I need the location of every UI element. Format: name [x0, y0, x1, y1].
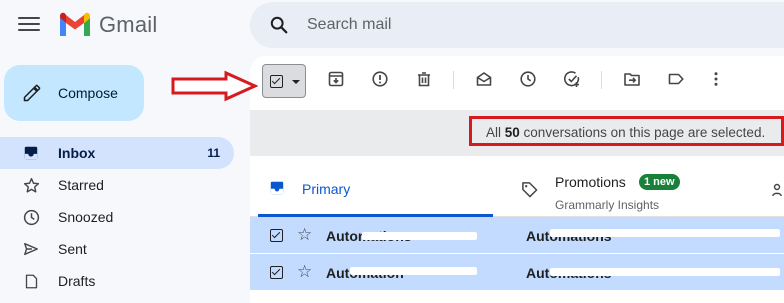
inbox-icon [270, 181, 284, 195]
unread-count: 11 [207, 146, 220, 160]
label-icon[interactable] [666, 69, 686, 89]
search-input[interactable]: Search mail [307, 16, 391, 34]
main-menu-button[interactable] [18, 14, 40, 36]
sidebar-nav: Inbox 11 Starred Snoozed Sent Drafts [0, 137, 234, 297]
select-all-checkbox[interactable] [262, 64, 306, 98]
email-list: ☆ Automations Automations ☆ Automation A… [250, 217, 784, 291]
sidebar-item-label: Drafts [58, 273, 96, 289]
annotation-arrow-icon [171, 70, 258, 102]
sidebar-item-label: Starred [58, 177, 104, 193]
archive-icon[interactable] [326, 69, 346, 89]
tab-primary[interactable]: Primary [258, 161, 493, 217]
mail-panel: All 50 conversations on this page are se… [250, 56, 784, 303]
draft-icon [22, 272, 40, 290]
more-icon[interactable] [706, 69, 726, 89]
toolbar-divider [453, 71, 454, 89]
inbox-icon [22, 144, 40, 162]
star-icon[interactable]: ☆ [297, 262, 312, 282]
menu-line [18, 17, 40, 19]
category-tabs: Primary Promotions 1 new Grammarly Insig… [250, 161, 784, 217]
selection-banner: All 50 conversations on this page are se… [250, 110, 784, 156]
delete-icon[interactable] [414, 69, 434, 89]
sidebar-item-drafts[interactable]: Drafts [0, 265, 234, 297]
email-row[interactable]: ☆ Automation Automations [250, 254, 784, 291]
tab-subtitle: Grammarly Insights [555, 198, 660, 212]
move-to-icon[interactable] [622, 69, 642, 89]
redaction-mark [350, 267, 477, 275]
tag-icon [522, 182, 538, 198]
menu-line [18, 29, 40, 31]
tab-label: Primary [302, 181, 351, 197]
tab-label: Promotions [555, 174, 626, 190]
sidebar-item-starred[interactable]: Starred [0, 169, 234, 201]
mark-read-icon[interactable] [474, 69, 494, 89]
sidebar-item-label: Snoozed [58, 209, 114, 225]
sidebar-item-label: Inbox [58, 145, 96, 161]
sidebar-item-snoozed[interactable]: Snoozed [0, 201, 234, 233]
checkbox-checked-icon [270, 75, 283, 88]
tab-promotions[interactable]: Promotions 1 new Grammarly Insights [513, 161, 743, 217]
redaction-mark [550, 268, 780, 276]
pencil-icon [23, 84, 41, 102]
redaction-mark [362, 232, 477, 240]
compose-button[interactable]: Compose [4, 65, 144, 121]
email-row[interactable]: ☆ Automations Automations [250, 217, 784, 254]
toolbar-divider [601, 71, 602, 89]
gmail-logo[interactable]: Gmail [58, 12, 157, 38]
row-checkbox[interactable] [270, 266, 283, 279]
new-badge: 1 new [639, 174, 680, 190]
banner-suffix: conversations on this page are selected. [519, 125, 766, 140]
clock-icon [22, 208, 40, 226]
star-icon[interactable]: ☆ [297, 225, 312, 245]
gmail-m-icon [60, 12, 90, 36]
search-icon[interactable] [270, 16, 288, 34]
selected-count: 50 [504, 125, 520, 140]
add-task-icon[interactable] [562, 69, 582, 89]
menu-line [18, 23, 40, 25]
compose-label: Compose [58, 85, 118, 101]
sidebar-item-inbox[interactable]: Inbox 11 [0, 137, 234, 169]
selection-message: All 50 conversations on this page are se… [486, 125, 765, 140]
search-bar[interactable]: Search mail [250, 2, 784, 48]
row-checkbox[interactable] [270, 229, 283, 242]
star-icon [22, 176, 40, 194]
mail-toolbar [250, 56, 784, 108]
banner-prefix: All [486, 125, 505, 140]
sidebar-item-label: Sent [58, 241, 87, 257]
tab-social[interactable] [766, 161, 784, 217]
snooze-icon[interactable] [518, 69, 538, 89]
send-icon [22, 240, 40, 258]
app-name: Gmail [99, 12, 158, 37]
people-icon [772, 183, 782, 197]
highlight-box: All 50 conversations on this page are se… [469, 116, 784, 146]
report-spam-icon[interactable] [370, 69, 390, 89]
redaction-mark [550, 229, 780, 237]
dropdown-caret-icon[interactable] [292, 80, 300, 84]
sidebar-item-sent[interactable]: Sent [0, 233, 234, 265]
